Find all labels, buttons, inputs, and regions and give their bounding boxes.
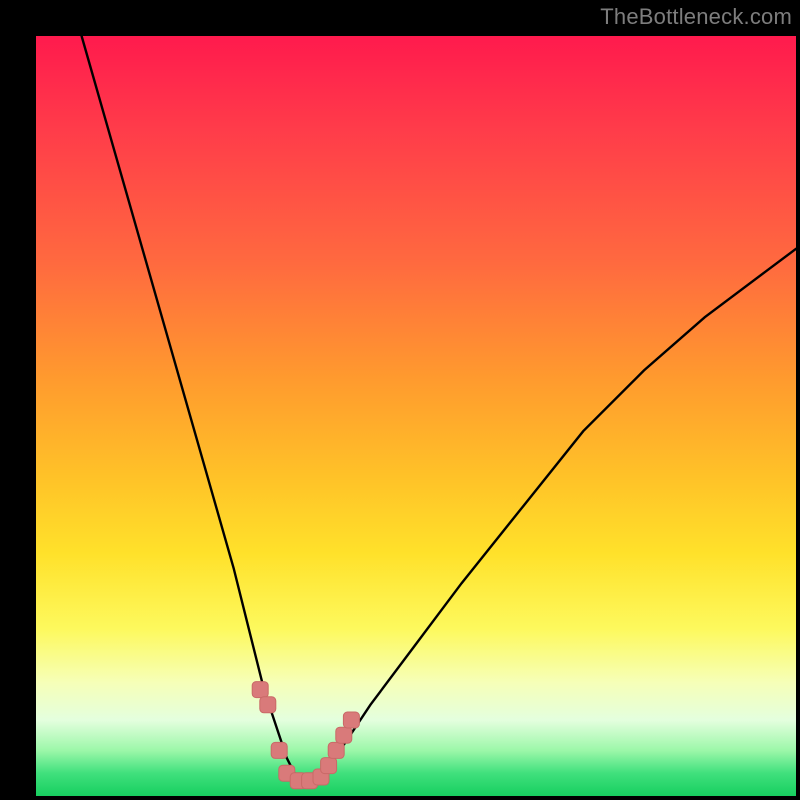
marker-group	[252, 682, 359, 789]
bottleneck-curve	[82, 36, 796, 781]
marker-point	[260, 697, 276, 713]
marker-point	[328, 742, 344, 758]
watermark-text: TheBottleneck.com	[600, 4, 792, 30]
marker-point	[336, 727, 352, 743]
plot-area	[36, 36, 796, 796]
chart-frame: TheBottleneck.com	[0, 0, 800, 800]
curve-layer	[36, 36, 796, 796]
marker-point	[252, 682, 268, 698]
marker-point	[271, 742, 287, 758]
marker-point	[343, 712, 359, 728]
marker-point	[321, 758, 337, 774]
